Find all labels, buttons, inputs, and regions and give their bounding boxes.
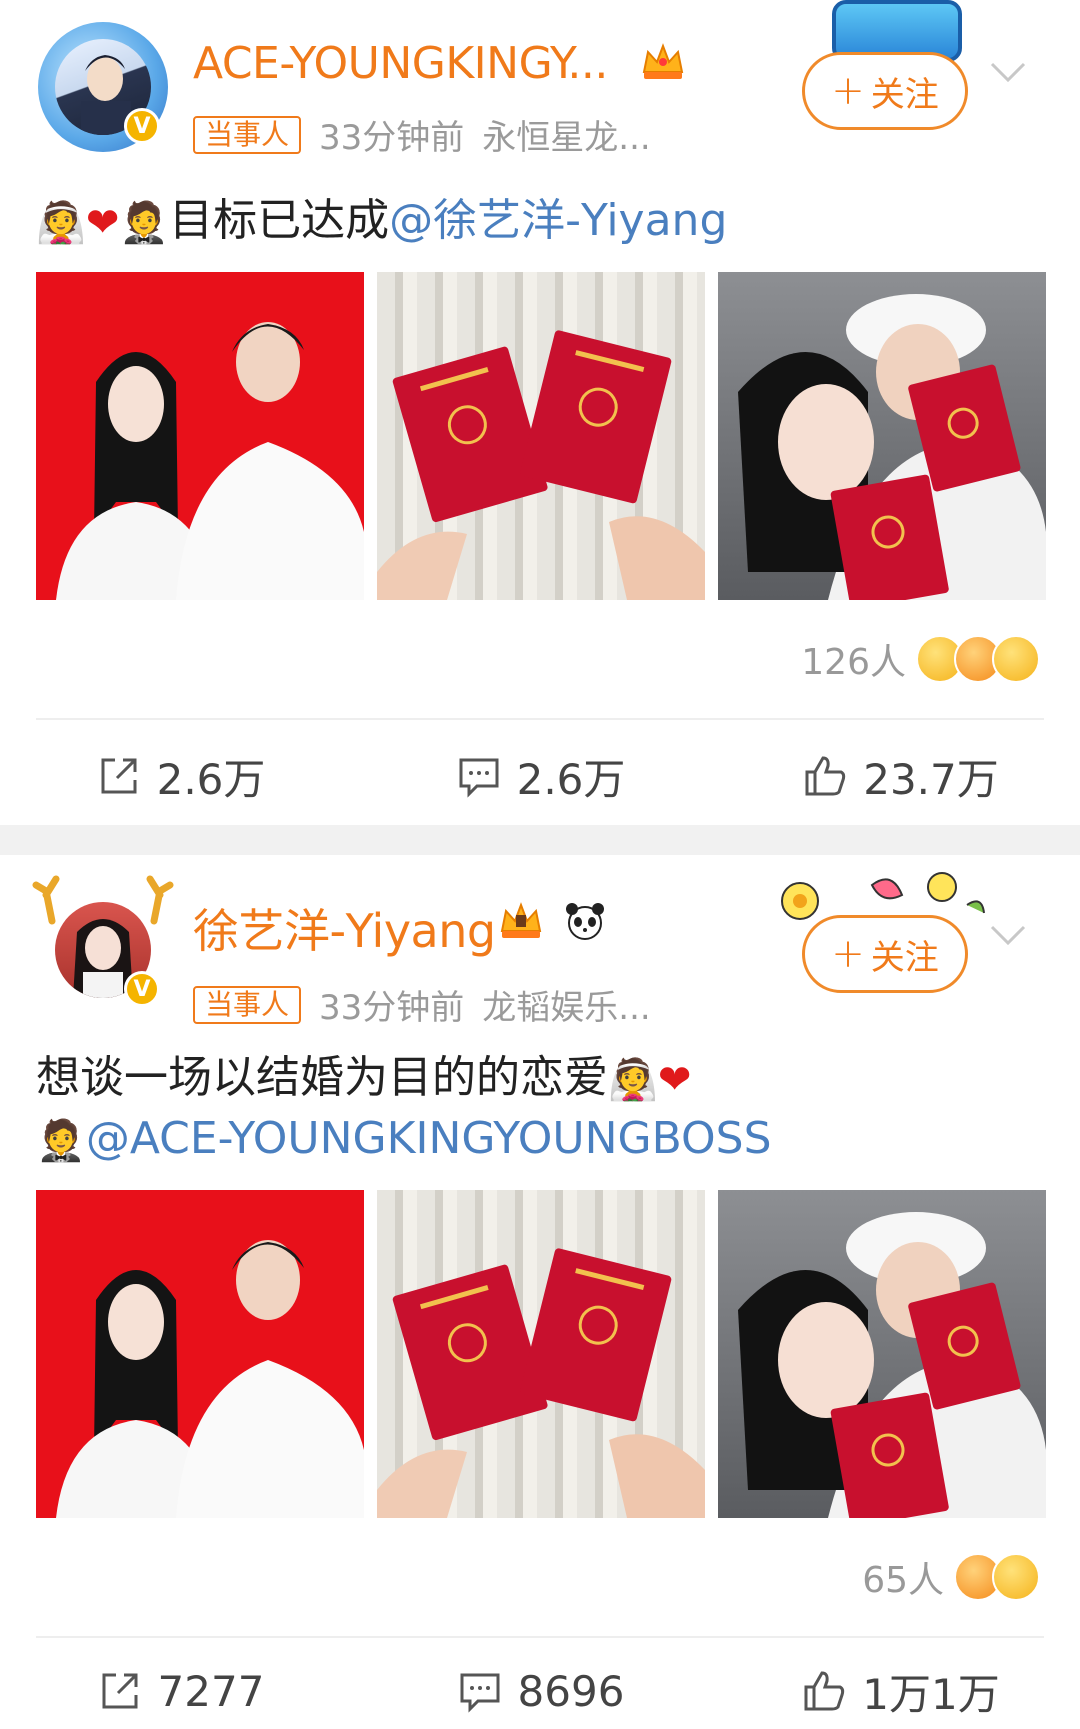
comment-icon: [460, 1673, 500, 1713]
user-avatar[interactable]: V: [32, 875, 174, 1015]
photo-certificates[interactable]: [377, 272, 705, 600]
reaction-faces: [954, 1553, 1040, 1601]
heart-emoji-icon: ❤: [657, 1057, 692, 1103]
repost-button[interactable]: 7277: [0, 1655, 360, 1727]
participant-tag: 当事人: [193, 985, 302, 1024]
photo-couple-red[interactable]: [36, 272, 364, 600]
laughing-face-icon: [992, 635, 1040, 683]
post-body: 想谈一场以结婚为目的的恋爱: [36, 1052, 608, 1103]
crown-icon: [500, 902, 542, 938]
user-avatar[interactable]: V: [38, 22, 168, 152]
groom-emoji-icon: 🤵: [36, 1118, 86, 1164]
username[interactable]: ACE-YOUNGKINGY...: [193, 38, 608, 89]
reaction-count: 126人: [801, 642, 906, 683]
repost-button[interactable]: 2.6万: [0, 740, 360, 812]
like-button[interactable]: 23.7万: [720, 740, 1080, 812]
bride-emoji-icon: 👰: [608, 1057, 658, 1103]
username[interactable]: 徐艺洋-Yiyang: [193, 895, 496, 961]
post-text-line-2: 🤵@ACE-YOUNGKINGYOUNGBOSS: [36, 1108, 772, 1172]
photo-selfie-certificates[interactable]: [718, 1190, 1046, 1518]
groom-emoji-icon: 🤵: [119, 200, 170, 246]
like-button[interactable]: 1万1万: [720, 1655, 1080, 1727]
action-bar: 7277 8696 1万1万: [0, 1655, 1080, 1727]
photo-selfie-certificates[interactable]: [718, 272, 1046, 600]
repost-count: 7277: [157, 1666, 265, 1716]
comment-count: 8696: [517, 1666, 625, 1716]
like-count: 23.7万: [863, 754, 999, 804]
post-source[interactable]: 龙韬娱乐...: [482, 980, 650, 1029]
separator: [36, 718, 1044, 720]
mention-link[interactable]: @徐艺洋-Yiyang: [389, 195, 727, 246]
participant-tag: 当事人: [193, 115, 302, 154]
laughing-face-icon: [992, 1553, 1040, 1601]
action-bar: 2.6万 2.6万 23.7万: [0, 740, 1080, 812]
like-icon: [805, 756, 846, 796]
repost-icon: [101, 758, 137, 794]
comment-button[interactable]: 8696: [360, 1655, 720, 1727]
chevron-down-icon[interactable]: [988, 915, 1028, 955]
comment-button[interactable]: 2.6万: [360, 740, 720, 812]
post-text: 👰❤🤵目标已达成@徐艺洋-Yiyang: [36, 190, 727, 254]
post-body: 目标已达成: [169, 195, 390, 246]
post-text: 想谈一场以结婚为目的的恋爱👰❤: [36, 1047, 691, 1111]
reaction-count: 65人: [862, 1560, 944, 1601]
mention-link[interactable]: @ACE-YOUNGKINGYOUNGBOSS: [86, 1113, 772, 1164]
follow-label: 关注: [870, 74, 939, 115]
weibo-post-2: V 徐艺洋-Yiyang 当事人 33分钟前 龙韬娱乐... + 关注 想谈一场…: [0, 855, 1080, 1729]
reaction-faces: [916, 635, 1040, 683]
reaction-summary[interactable]: 65人: [862, 1551, 1040, 1603]
image-grid: [36, 272, 1046, 600]
plus-icon: +: [831, 68, 865, 114]
follow-label: 关注: [870, 937, 939, 978]
follow-button[interactable]: + 关注: [802, 915, 968, 993]
like-count: 1万1万: [862, 1669, 1000, 1719]
plus-icon: +: [831, 931, 865, 977]
post-meta: 当事人 33分钟前 龙韬娱乐...: [193, 980, 651, 1029]
post-source[interactable]: 永恒星龙...: [482, 110, 650, 159]
heart-emoji-icon: ❤: [85, 200, 120, 246]
comment-count: 2.6万: [516, 754, 626, 804]
vip-badge-icon: V: [124, 971, 160, 1007]
photo-couple-red[interactable]: [36, 1190, 364, 1518]
separator: [36, 1636, 1044, 1638]
panda-icon: [566, 903, 604, 940]
repost-icon: [102, 1673, 138, 1709]
bride-emoji-icon: 👰: [36, 200, 86, 246]
repost-count: 2.6万: [156, 754, 266, 804]
photo-certificates[interactable]: [377, 1190, 705, 1518]
follow-button[interactable]: + 关注: [802, 52, 968, 130]
image-grid: [36, 1190, 1046, 1518]
post-meta: 当事人 33分钟前 永恒星龙...: [193, 110, 651, 159]
comment-icon: [459, 758, 499, 798]
post-time: 33分钟前: [319, 988, 465, 1028]
weibo-post-1: V ACE-YOUNGKINGY... 当事人 33分钟前 永恒星龙... + …: [0, 0, 1080, 825]
vip-badge-icon: V: [124, 108, 160, 144]
post-time: 33分钟前: [319, 118, 465, 158]
post-divider: [0, 825, 1080, 855]
chevron-down-icon[interactable]: [988, 52, 1028, 92]
like-icon: [804, 1671, 845, 1711]
reaction-summary[interactable]: 126人: [801, 633, 1040, 685]
crown-icon: [642, 43, 684, 79]
